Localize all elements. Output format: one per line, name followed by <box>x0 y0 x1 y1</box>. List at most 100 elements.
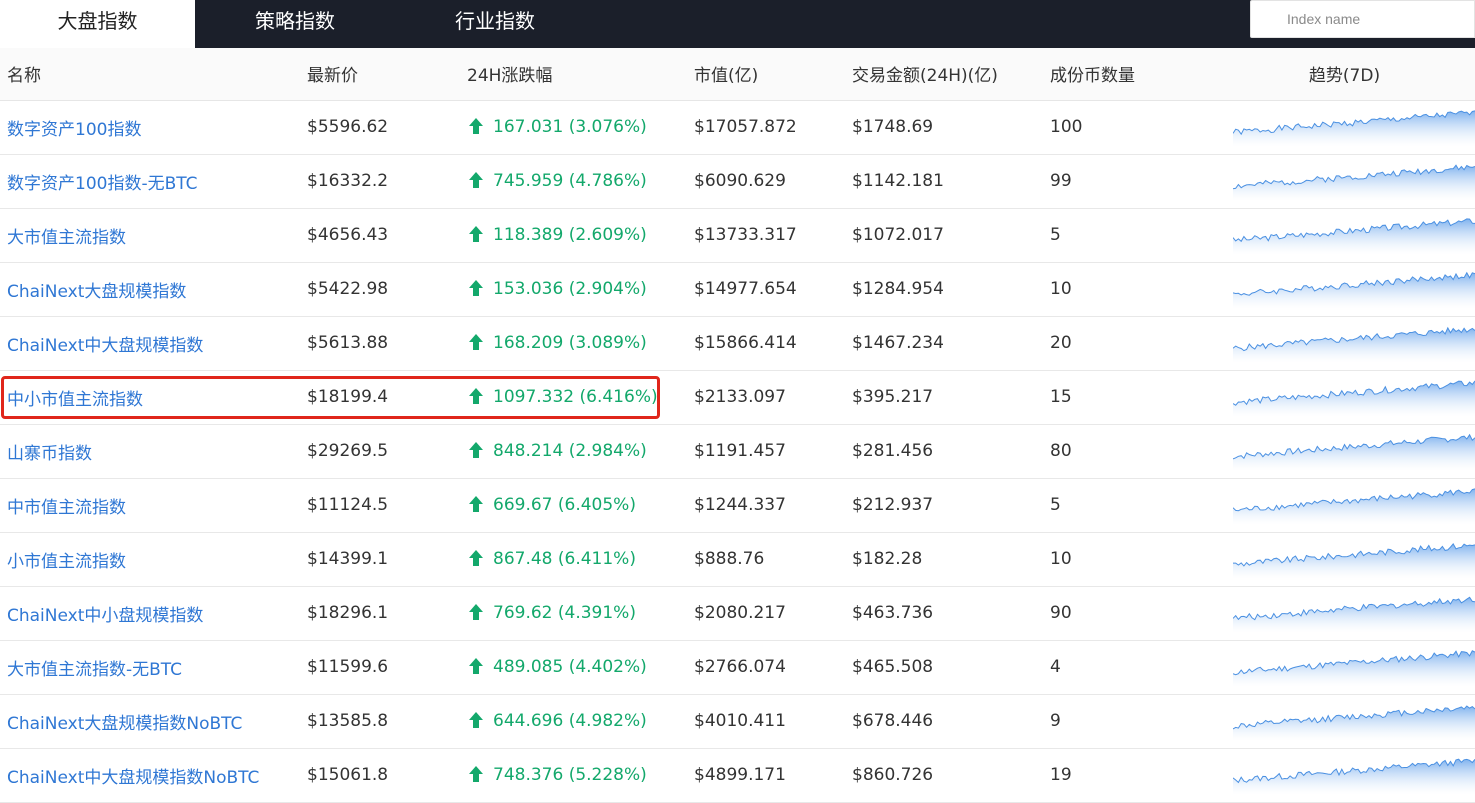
volume-cell: $1142.181 <box>845 154 1043 209</box>
change-value: 167.031 (3.076%) <box>493 117 647 137</box>
change-cell: 669.67 (6.405%) <box>460 478 687 533</box>
sparkline-area <box>1233 327 1475 363</box>
change-cell: 1097.332 (6.416%) <box>460 370 687 425</box>
trend-sparkline <box>1233 380 1475 417</box>
table-row[interactable]: 山寨币指数 $29269.5 848.214 (2.984%) $1191.457 $2… <box>0 424 1475 479</box>
volume-cell: $212.937 <box>845 478 1043 533</box>
price-cell: $18199.4 <box>300 370 460 425</box>
index-name-link[interactable]: ChaiNext大盘规模指数 <box>7 282 186 302</box>
table-row[interactable]: 数字资产100指数 $5596.62 167.031 (3.076%) $17057.… <box>0 100 1475 155</box>
volume-cell: $678.446 <box>845 694 1043 749</box>
table-row[interactable]: 中市值主流指数 $11124.5 669.67 (6.405%) $1244.337 $… <box>0 478 1475 533</box>
table-row[interactable]: ChaiNext中大盘规模指数NoBTC $15061.8 748.376 (5.2… <box>0 748 1475 803</box>
price-cell: $14399.1 <box>300 532 460 587</box>
volume-cell: $281.456 <box>845 424 1043 479</box>
trend-sparkline <box>1233 164 1475 201</box>
index-name-link[interactable]: ChaiNext中大盘规模指数 <box>7 336 203 356</box>
trend-sparkline <box>1233 326 1475 363</box>
table-row[interactable]: 大市值主流指数-无BTC $11599.6 489.085 (4.402%) $276… <box>0 640 1475 695</box>
table-row[interactable]: ChaiNext大盘规模指数 $5422.98 153.036 (2.904%) $1… <box>0 262 1475 317</box>
index-name-cell: 小市值主流指数 <box>0 532 300 587</box>
index-name-cell: ChaiNext中小盘规模指数 <box>0 586 300 641</box>
volume-cell: $1284.954 <box>845 262 1043 317</box>
index-name-link[interactable]: 中小市值主流指数 <box>7 390 143 410</box>
table-row[interactable]: ChaiNext中大盘规模指数 $5613.88 168.209 (3.089%) $… <box>0 316 1475 371</box>
up-arrow-icon <box>469 712 483 728</box>
column-header-constituent-count[interactable]: 成份币数量 <box>1043 48 1215 101</box>
table-row[interactable]: 数字资产100指数-无BTC $16332.2 745.959 (4.786%) $6… <box>0 154 1475 209</box>
trend-cell <box>1215 478 1475 533</box>
index-search-input[interactable] <box>1250 0 1475 38</box>
market-cap-cell: $15866.414 <box>687 316 845 371</box>
column-header-market-cap[interactable]: 市值(亿) <box>687 48 845 101</box>
up-arrow-icon <box>469 172 483 188</box>
trend-cell <box>1215 316 1475 371</box>
change-value: 769.62 (4.391%) <box>493 603 636 623</box>
index-name-link[interactable]: 大市值主流指数 <box>7 228 126 248</box>
table-row[interactable]: 小市值主流指数 $14399.1 867.48 (6.411%) $888.76 $18… <box>0 532 1475 587</box>
change-cell: 848.214 (2.984%) <box>460 424 687 479</box>
index-name-link[interactable]: ChaiNext中大盘规模指数NoBTC <box>7 768 259 788</box>
change-cell: 745.959 (4.786%) <box>460 154 687 209</box>
change-value: 748.376 (5.228%) <box>493 765 647 785</box>
change-value: 644.696 (4.982%) <box>493 711 647 731</box>
column-header-trend: 趋势(7D) <box>1215 48 1475 101</box>
sparkline-area <box>1233 434 1475 471</box>
table-row[interactable]: ChaiNext大盘规模指数NoBTC $13585.8 644.696 (4.98… <box>0 694 1475 749</box>
change-value: 1097.332 (6.416%) <box>493 387 658 407</box>
change-cell: 644.696 (4.982%) <box>460 694 687 749</box>
index-name-cell: 大市值主流指数-无BTC <box>0 640 300 695</box>
index-name-cell: ChaiNext中大盘规模指数NoBTC <box>0 748 300 803</box>
index-name-link[interactable]: 大市值主流指数-无BTC <box>7 660 182 680</box>
index-name-link[interactable]: 山寨币指数 <box>7 444 92 464</box>
up-arrow-icon <box>469 118 483 134</box>
index-name-link[interactable]: 数字资产100指数-无BTC <box>7 174 198 194</box>
tab-bar: 大盘指数 策略指数 行业指数 <box>0 0 1475 48</box>
index-name-cell: 中小市值主流指数 <box>0 370 300 425</box>
up-arrow-icon <box>469 496 483 512</box>
table-header-row: 名称 最新价 24H涨跌幅 市值(亿) 交易金额(24H)(亿) 成份币数量 趋… <box>0 48 1475 101</box>
index-name-link[interactable]: 中市值主流指数 <box>7 498 126 518</box>
index-name-cell: 山寨币指数 <box>0 424 300 479</box>
table-row[interactable]: ChaiNext中小盘规模指数 $18296.1 769.62 (4.391%) $2… <box>0 586 1475 641</box>
change-value: 669.67 (6.405%) <box>493 495 636 515</box>
change-value: 489.085 (4.402%) <box>493 657 647 677</box>
price-cell: $13585.8 <box>300 694 460 749</box>
trend-sparkline <box>1233 433 1475 471</box>
change-value: 745.959 (4.786%) <box>493 171 647 191</box>
market-cap-cell: $888.76 <box>687 532 845 587</box>
up-arrow-icon <box>469 658 483 674</box>
market-cap-cell: $2133.097 <box>687 370 845 425</box>
constituent-count-cell: 15 <box>1043 370 1215 425</box>
index-name-link[interactable]: 数字资产100指数 <box>7 120 141 140</box>
tab-industry-index[interactable]: 行业指数 <box>395 0 595 48</box>
index-name-cell: 中市值主流指数 <box>0 478 300 533</box>
price-cell: $11124.5 <box>300 478 460 533</box>
constituent-count-cell: 20 <box>1043 316 1215 371</box>
tab-large-cap-index[interactable]: 大盘指数 <box>0 0 195 48</box>
sparkline-area <box>1233 218 1475 255</box>
change-cell: 118.389 (2.609%) <box>460 208 687 263</box>
trend-sparkline <box>1233 488 1475 525</box>
table-row[interactable]: 中小市值主流指数 $18199.4 1097.332 (6.416%) $2133.0… <box>0 370 1475 425</box>
volume-cell: $1467.234 <box>845 316 1043 371</box>
up-arrow-icon <box>469 442 483 458</box>
trend-sparkline <box>1233 543 1475 579</box>
column-header-price[interactable]: 最新价 <box>300 48 460 101</box>
index-name-link[interactable]: ChaiNext大盘规模指数NoBTC <box>7 714 242 734</box>
change-cell: 153.036 (2.904%) <box>460 262 687 317</box>
column-header-change[interactable]: 24H涨跌幅 <box>460 48 687 101</box>
trend-sparkline <box>1233 596 1475 633</box>
index-name-link[interactable]: ChaiNext中小盘规模指数 <box>7 606 203 626</box>
table-row[interactable]: 大市值主流指数 $4656.43 118.389 (2.609%) $13733.31… <box>0 208 1475 263</box>
change-cell: 748.376 (5.228%) <box>460 748 687 803</box>
column-header-volume[interactable]: 交易金额(24H)(亿) <box>845 48 1043 101</box>
tab-strategy-index[interactable]: 策略指数 <box>195 0 395 48</box>
sparkline-area <box>1233 543 1475 579</box>
change-cell: 168.209 (3.089%) <box>460 316 687 371</box>
up-arrow-icon <box>469 388 483 404</box>
trend-cell <box>1215 748 1475 803</box>
up-arrow-icon <box>469 334 483 350</box>
column-header-name[interactable]: 名称 <box>0 48 300 101</box>
index-name-link[interactable]: 小市值主流指数 <box>7 552 126 572</box>
